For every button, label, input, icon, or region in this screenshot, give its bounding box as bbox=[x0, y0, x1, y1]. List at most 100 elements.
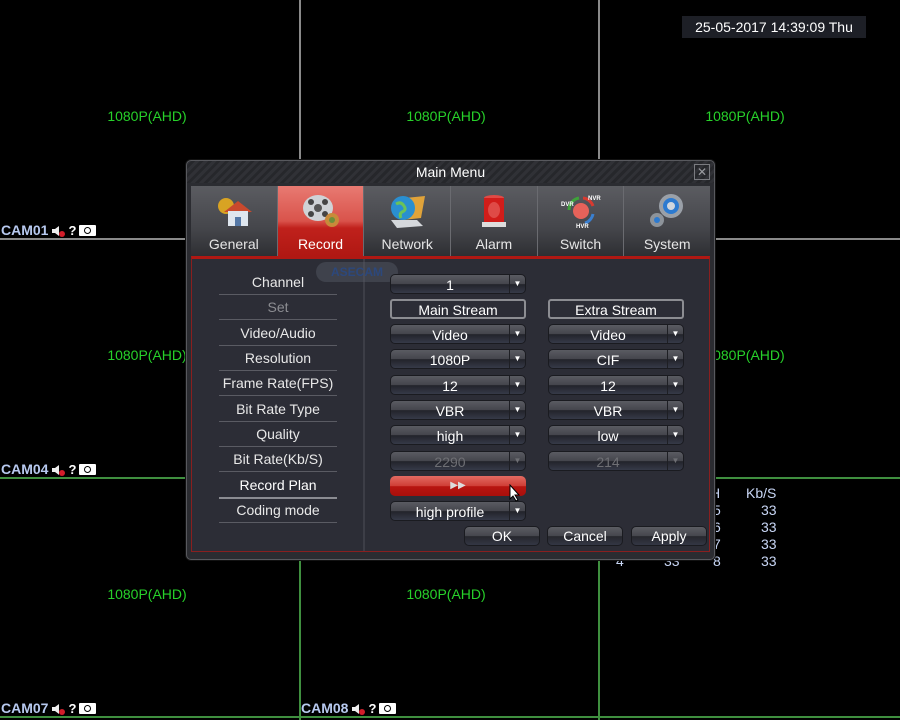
speaker-muted-icon bbox=[51, 463, 66, 476]
dialog-title: Main Menu bbox=[415, 164, 486, 180]
chevron-down-icon: ▼ bbox=[509, 376, 525, 394]
select-value: 2290 bbox=[434, 454, 466, 470]
record-plan-button[interactable]: ▶▶ bbox=[390, 476, 526, 496]
main-bit-rate-select: 2290 ▼ bbox=[390, 451, 526, 471]
chevron-down-icon: ▼ bbox=[667, 452, 683, 470]
label-bit-rate-type: Bit Rate Type bbox=[219, 399, 337, 422]
tab-record[interactable]: Record bbox=[277, 186, 365, 256]
camera-resolution: 1080P(AHD) bbox=[406, 586, 486, 602]
label-resolution: Resolution bbox=[219, 348, 337, 371]
ok-button[interactable]: OK bbox=[464, 526, 540, 546]
camera-label-cam04[interactable]: CAM04 ? bbox=[1, 461, 97, 477]
speaker-muted-icon bbox=[51, 702, 66, 715]
chevron-down-icon: ▼ bbox=[509, 502, 525, 520]
camera-resolution: 1080P(AHD) bbox=[406, 108, 486, 124]
select-value: high bbox=[436, 428, 464, 444]
camera-name: CAM07 bbox=[1, 700, 49, 716]
label-record-plan: Record Plan bbox=[219, 475, 337, 499]
label-bit-rate: Bit Rate(Kb/S) bbox=[219, 449, 337, 472]
tab-network[interactable]: Network bbox=[364, 186, 452, 256]
question-icon: ? bbox=[68, 222, 77, 238]
main-resolution-select[interactable]: 1080P ▼ bbox=[390, 349, 526, 369]
chevron-down-icon: ▼ bbox=[509, 350, 525, 368]
extra-bit-rate-type-select[interactable]: VBR ▼ bbox=[548, 400, 684, 420]
chevron-down-icon: ▼ bbox=[667, 350, 683, 368]
stats-kbs: 33 bbox=[761, 536, 777, 552]
chevron-down-icon: ▼ bbox=[509, 401, 525, 419]
chevron-down-icon: ▼ bbox=[667, 376, 683, 394]
main-quality-select[interactable]: high ▼ bbox=[390, 425, 526, 445]
channel-select[interactable]: 1 ▼ bbox=[390, 274, 526, 294]
fast-forward-icon: ▶▶ bbox=[450, 480, 466, 491]
camera-resolution: 1080P(AHD) bbox=[705, 108, 785, 124]
camera-icon bbox=[379, 702, 397, 714]
tab-general[interactable]: General bbox=[191, 186, 278, 256]
main-video-audio-select[interactable]: Video ▼ bbox=[390, 324, 526, 344]
tab-system[interactable]: System bbox=[624, 186, 711, 256]
dvr-nvr-hvr-icon: DVR NVR HVR bbox=[561, 196, 601, 230]
main-bit-rate-type-select[interactable]: VBR ▼ bbox=[390, 400, 526, 420]
label-channel: Channel bbox=[219, 272, 337, 295]
panel-divider bbox=[363, 259, 365, 551]
speaker-muted-icon bbox=[51, 224, 66, 237]
label-set: Set bbox=[219, 297, 337, 320]
dialog-titlebar[interactable]: Main Menu ✕ bbox=[187, 161, 714, 183]
camera-name: CAM04 bbox=[1, 461, 49, 477]
camera-label-cam08[interactable]: CAM08 ? bbox=[301, 700, 397, 716]
extra-stream-header: Extra Stream bbox=[548, 299, 684, 319]
chevron-down-icon: ▼ bbox=[667, 426, 683, 444]
chevron-down-icon: ▼ bbox=[509, 452, 525, 470]
cancel-button[interactable]: Cancel bbox=[547, 526, 623, 546]
label-video-audio: Video/Audio bbox=[219, 323, 337, 346]
extra-quality-select[interactable]: low ▼ bbox=[548, 425, 684, 445]
extra-resolution-select[interactable]: CIF ▼ bbox=[548, 349, 684, 369]
label-quality: Quality bbox=[219, 424, 337, 447]
siren-icon bbox=[481, 195, 506, 227]
tab-label: General bbox=[208, 236, 259, 252]
grid-divider bbox=[0, 716, 900, 718]
camera-icon bbox=[79, 463, 97, 475]
select-value: low bbox=[597, 428, 619, 444]
label-coding-mode: Coding mode bbox=[219, 500, 337, 523]
tab-label: Switch bbox=[559, 236, 602, 252]
chevron-down-icon: ▼ bbox=[667, 325, 683, 343]
stats-kbs: 33 bbox=[761, 502, 777, 518]
chevron-down-icon: ▼ bbox=[509, 275, 525, 293]
tab-alarm[interactable]: Alarm bbox=[451, 186, 538, 256]
svg-text:HVR: HVR bbox=[576, 224, 589, 230]
coding-mode-select[interactable]: high profile ▼ bbox=[390, 501, 526, 521]
tab-label: Network bbox=[381, 236, 433, 252]
close-button[interactable]: ✕ bbox=[694, 164, 710, 180]
extra-bit-rate-select: 214 ▼ bbox=[548, 451, 684, 471]
select-value: 1080P bbox=[429, 352, 471, 368]
extra-video-audio-select[interactable]: Video ▼ bbox=[548, 324, 684, 344]
question-icon: ? bbox=[68, 461, 77, 477]
label-frame-rate: Frame Rate(FPS) bbox=[219, 373, 337, 396]
tab-label: Alarm bbox=[475, 236, 513, 252]
tab-switch[interactable]: DVR NVR HVR Switch bbox=[537, 186, 625, 256]
camera-name: CAM08 bbox=[301, 700, 349, 716]
gears-icon bbox=[650, 194, 684, 227]
chevron-down-icon: ▼ bbox=[509, 426, 525, 444]
film-reel-icon bbox=[302, 195, 339, 227]
stats-header-kbs: Kb/S bbox=[746, 485, 777, 501]
camera-resolution: 1080P(AHD) bbox=[107, 108, 187, 124]
stats-kbs: 33 bbox=[761, 519, 777, 535]
camera-label-cam01[interactable]: CAM01 ? bbox=[1, 222, 97, 238]
apply-button[interactable]: Apply bbox=[631, 526, 707, 546]
mouse-cursor-icon bbox=[509, 484, 521, 502]
chevron-down-icon: ▼ bbox=[509, 325, 525, 343]
chevron-down-icon: ▼ bbox=[667, 401, 683, 419]
svg-text:NVR: NVR bbox=[588, 196, 601, 202]
camera-label-cam07[interactable]: CAM07 ? bbox=[1, 700, 97, 716]
datetime-display: 25-05-2017 14:39:09 Thu bbox=[682, 16, 866, 38]
extra-frame-rate-select[interactable]: 12 ▼ bbox=[548, 375, 684, 395]
tab-label: Record bbox=[297, 236, 344, 252]
question-icon: ? bbox=[368, 700, 377, 716]
tab-label: System bbox=[643, 236, 691, 252]
globe-laptop-icon bbox=[391, 196, 426, 228]
select-value: Video bbox=[590, 327, 626, 343]
question-icon: ? bbox=[68, 700, 77, 716]
camera-resolution: 1080P(AHD) bbox=[107, 586, 187, 602]
main-frame-rate-select[interactable]: 12 ▼ bbox=[390, 375, 526, 395]
